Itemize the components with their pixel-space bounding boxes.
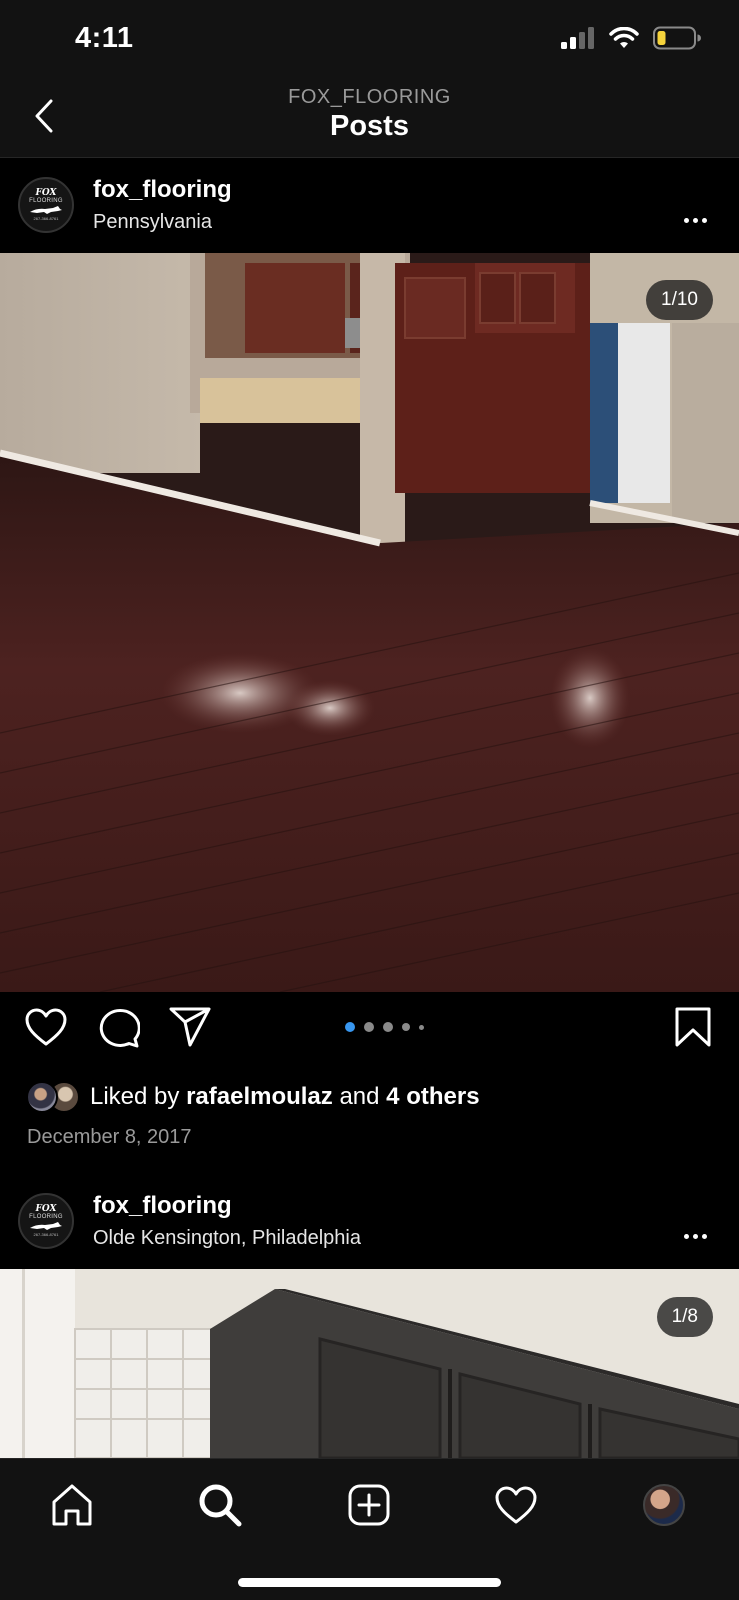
carousel-counter: 1/8 <box>656 1297 713 1337</box>
nav-header: FOX_FLOORING Posts <box>0 80 739 158</box>
save-button[interactable] <box>669 1003 717 1051</box>
carousel-dot <box>402 1023 410 1031</box>
avatar-logo-phone: 267-366-8761 <box>33 1232 59 1237</box>
more-horizontal-icon <box>683 217 689 223</box>
home-icon <box>52 1484 92 1526</box>
likes-summary[interactable]: Liked by rafaelmoulaz and 4 others <box>26 1080 480 1114</box>
header-username: FOX_FLOORING <box>288 86 451 108</box>
post-photo[interactable]: 1/8 <box>0 1269 739 1458</box>
comment-icon <box>99 1008 140 1048</box>
tab-profile[interactable] <box>634 1475 694 1535</box>
likes-text: Liked by rafaelmoulaz and 4 others <box>90 1083 480 1111</box>
search-icon <box>199 1484 242 1527</box>
fox-logo-icon <box>30 206 62 214</box>
avatar-logo-text: FOX <box>35 1204 57 1214</box>
battery-icon <box>653 26 701 50</box>
add-post-icon <box>348 1484 390 1526</box>
home-indicator[interactable] <box>238 1578 501 1587</box>
profile-avatar <box>643 1484 685 1526</box>
likes-others-link[interactable]: 4 others <box>386 1083 479 1110</box>
status-time: 4:11 <box>75 22 134 54</box>
carousel-dot-active <box>345 1022 355 1032</box>
avatar-logo-subtext: FLOORING <box>29 198 63 204</box>
carousel-dot <box>419 1024 424 1030</box>
carousel-dot <box>383 1022 393 1032</box>
comment-button[interactable] <box>94 1003 142 1051</box>
post-photo[interactable]: 1/10 <box>0 253 739 992</box>
heart-icon <box>25 1008 67 1046</box>
fox-logo-icon <box>30 1222 62 1230</box>
liked-by-username[interactable]: rafaelmoulaz <box>186 1083 333 1110</box>
wifi-icon <box>609 27 639 48</box>
avatar[interactable]: FOX FLOORING 267-366-8761 <box>18 1193 74 1249</box>
carousel-counter: 1/10 <box>646 280 713 320</box>
status-icons <box>561 26 701 50</box>
post-location[interactable]: Pennsylvania <box>93 211 212 234</box>
likes-prefix: Liked by <box>90 1083 180 1110</box>
post-username[interactable]: fox_flooring <box>93 176 232 204</box>
post-action-bar <box>0 993 739 1063</box>
carousel-dot <box>364 1022 374 1032</box>
tab-home[interactable] <box>42 1475 102 1535</box>
page-title: Posts <box>330 110 409 142</box>
tab-search[interactable] <box>190 1475 250 1535</box>
post-header: FOX FLOORING 267-366-8761 fox_flooring O… <box>0 1175 739 1269</box>
avatar-logo-text: FOX <box>35 188 57 198</box>
more-options-button[interactable] <box>675 1221 715 1251</box>
signal-icon <box>561 27 594 49</box>
likes-joiner: and <box>339 1083 380 1110</box>
tab-activity[interactable] <box>486 1475 546 1535</box>
more-horizontal-icon <box>683 1233 689 1239</box>
post-location[interactable]: Olde Kensington, Philadelphia <box>93 1227 361 1250</box>
like-button[interactable] <box>22 1003 70 1051</box>
kitchen-cabinet-photo-image <box>0 1269 739 1458</box>
post-header: FOX FLOORING 267-366-8761 fox_flooring P… <box>0 159 739 253</box>
post-date: December 8, 2017 <box>27 1126 192 1148</box>
send-icon <box>169 1007 211 1047</box>
avatar[interactable]: FOX FLOORING 267-366-8761 <box>18 177 74 233</box>
carousel-indicator <box>345 1022 424 1032</box>
bookmark-icon <box>675 1007 711 1047</box>
activity-heart-icon <box>495 1486 537 1524</box>
avatar-logo-subtext: FLOORING <box>29 1214 63 1220</box>
more-options-button[interactable] <box>675 205 715 235</box>
liker-avatar <box>26 1081 58 1113</box>
tab-new-post[interactable] <box>339 1475 399 1535</box>
post-username[interactable]: fox_flooring <box>93 1192 232 1220</box>
flooring-photo-image <box>0 253 739 992</box>
status-bar: 4:11 <box>0 0 739 80</box>
share-button[interactable] <box>166 1003 214 1051</box>
avatar-logo-phone: 267-366-8761 <box>33 216 59 221</box>
